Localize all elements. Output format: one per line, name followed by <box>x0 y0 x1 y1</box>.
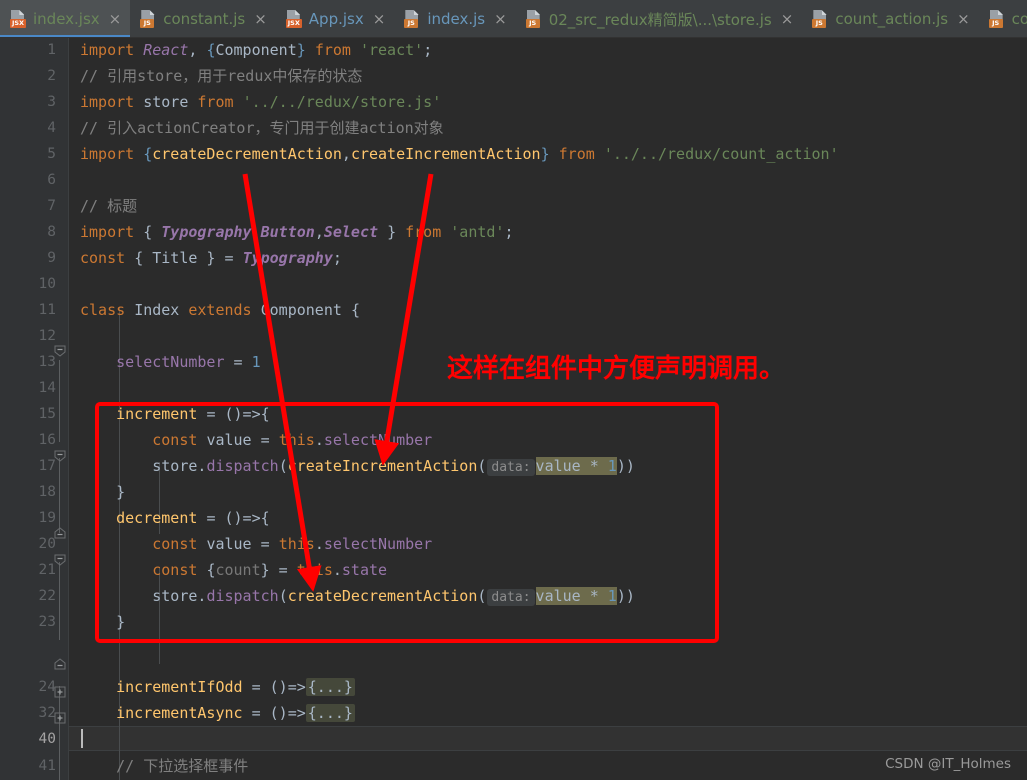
line-number: 22 <box>38 588 56 604</box>
line-number: 23 <box>38 614 56 630</box>
code-line-41[interactable]: // 下拉选择框事件 <box>80 754 248 779</box>
code-line-22[interactable]: store.dispatch(createDecrementAction(dat… <box>80 584 635 609</box>
editor-tab-4[interactable]: JS 02_src_redux精简版\...\store.js × <box>516 0 803 37</box>
code-line-24[interactable]: incrementIfOdd = ()=> {...} <box>80 675 355 700</box>
inlay-hint-data: data: <box>487 459 535 476</box>
fold-region-line <box>59 562 60 640</box>
editor-tab-label: 02_src_redux精简版\...\store.js <box>548 10 772 29</box>
code-line-32[interactable]: incrementAsync = ()=> {...} <box>80 701 355 726</box>
editor-tab-label: App.jsx <box>308 10 364 28</box>
line-number: 8 <box>47 224 56 240</box>
line-number: 32 <box>38 705 56 721</box>
file-type-badge: JS <box>525 19 540 28</box>
line-number: 10 <box>38 276 56 292</box>
file-type-badge: JSX <box>285 19 302 28</box>
jsx-file-icon: JSX <box>10 10 27 28</box>
line-number: 24 <box>38 679 56 695</box>
line-number: 9 <box>47 250 56 266</box>
code-line-9[interactable]: const { Title } = Typography; <box>80 246 342 271</box>
code-line-18[interactable]: } <box>80 480 125 505</box>
line-number: 40 <box>38 731 56 747</box>
watermark: CSDN @IT_Holmes <box>885 756 1011 772</box>
code-line-11[interactable]: class Index extends Component { <box>80 298 360 323</box>
code-line-7[interactable]: // 标题 <box>80 194 137 219</box>
text-caret <box>81 729 83 748</box>
editor-tab-label: coun <box>1011 10 1027 28</box>
jsx-file-icon: JSX <box>285 10 303 28</box>
js-file-icon: JS <box>404 10 421 28</box>
editor-tab-5[interactable]: JS count_action.js × <box>802 0 978 37</box>
editor-tab-0[interactable]: JSX index.jsx × <box>0 0 131 37</box>
code-line-5[interactable]: import {createDecrementAction,createIncr… <box>80 142 839 167</box>
line-number: 14 <box>38 380 56 396</box>
code-line-19[interactable]: decrement = ()=>{ <box>80 506 270 531</box>
code-line-3[interactable]: import store from '../../redux/store.js' <box>80 90 441 115</box>
inlay-hint-data: data: <box>487 589 535 606</box>
line-number: 2 <box>47 68 56 84</box>
close-icon[interactable]: × <box>494 11 507 27</box>
line-number: 7 <box>47 198 56 214</box>
fold-region-line <box>59 458 60 533</box>
code-line-15[interactable]: increment = ()=>{ <box>80 402 270 427</box>
fold-region-line <box>59 360 60 442</box>
editor-window: JSX index.jsx × JS constant.js × JSX App.jsx × JS… <box>0 0 1027 780</box>
gutter-divider <box>68 38 69 780</box>
line-number: 3 <box>47 94 56 110</box>
line-number: 20 <box>38 536 56 552</box>
editor-tab-label: index.jsx <box>33 10 100 28</box>
code-line-20[interactable]: const value = this.selectNumber <box>80 532 432 557</box>
line-number: 11 <box>38 302 56 318</box>
code-line-8[interactable]: import { Typography,Button,Select } from… <box>80 220 514 245</box>
line-number: 5 <box>47 146 56 162</box>
line-number: 18 <box>38 484 56 500</box>
editor-tab-label: constant.js <box>163 10 246 28</box>
editor-tab-2[interactable]: JSX App.jsx × <box>276 0 395 37</box>
file-type-badge: JS <box>140 19 155 28</box>
line-number: 6 <box>47 172 56 188</box>
folded-block-placeholder[interactable]: {...} <box>305 704 355 722</box>
line-number: 19 <box>38 510 56 526</box>
editor-tab-6[interactable]: JS coun <box>979 0 1027 37</box>
current-line-highlight <box>69 726 1027 751</box>
folded-block-placeholder[interactable]: {...} <box>305 678 355 696</box>
line-number: 15 <box>38 406 56 422</box>
js-file-icon: JS <box>812 10 829 28</box>
close-icon[interactable]: × <box>957 11 970 27</box>
close-icon[interactable]: × <box>254 11 267 27</box>
close-icon[interactable]: × <box>109 11 122 27</box>
line-number: 4 <box>47 120 56 136</box>
line-number: 12 <box>38 328 56 344</box>
code-line-1[interactable]: import React, {Component} from 'react'; <box>80 38 432 63</box>
line-number: 41 <box>38 758 56 774</box>
close-icon[interactable]: × <box>373 11 386 27</box>
js-file-icon: JS <box>140 10 157 28</box>
file-type-badge: JS <box>988 19 1003 28</box>
close-icon[interactable]: × <box>781 11 794 27</box>
line-number: 16 <box>38 432 56 448</box>
line-number: 21 <box>38 562 56 578</box>
line-number: 17 <box>38 458 56 474</box>
file-type-badge: JSX <box>10 19 26 28</box>
editor-tab-label: count_action.js <box>835 10 949 28</box>
code-line-17[interactable]: store.dispatch(createIncrementAction(dat… <box>80 454 635 479</box>
fold-marker-collapse-end[interactable] <box>54 658 66 670</box>
fold-region-line <box>59 686 60 780</box>
code-line-23[interactable]: } <box>80 610 125 635</box>
file-type-badge: JS <box>404 19 419 28</box>
code-line-13[interactable]: selectNumber = 1 <box>80 350 261 375</box>
editor-tab-label: index.js <box>427 10 486 28</box>
file-type-badge: JS <box>812 19 827 28</box>
code-line-16[interactable]: const value = this.selectNumber <box>80 428 432 453</box>
code-line-21[interactable]: const {count} = this.state <box>80 558 387 583</box>
js-file-icon: JS <box>525 10 543 28</box>
code-line-4[interactable]: // 引入actionCreator，专门用于创建action对象 <box>80 116 444 141</box>
editor-tab-bar[interactable]: JSX index.jsx × JS constant.js × JSX App.jsx × JS… <box>0 0 1027 38</box>
line-number: 1 <box>47 42 56 58</box>
js-file-icon: JS <box>988 10 1006 28</box>
code-editor[interactable]: 1 2 3 4 5 6 7 8 9 10 11 12 13 14 15 16 17 18 19 20 21 22 23 24 3… <box>0 38 1027 780</box>
editor-tab-1[interactable]: JS constant.js × <box>130 0 276 37</box>
code-line-2[interactable]: // 引用store，用于redux中保存的状态 <box>80 64 362 89</box>
editor-tab-3[interactable]: JS index.js × <box>394 0 515 37</box>
line-number: 13 <box>38 354 56 370</box>
